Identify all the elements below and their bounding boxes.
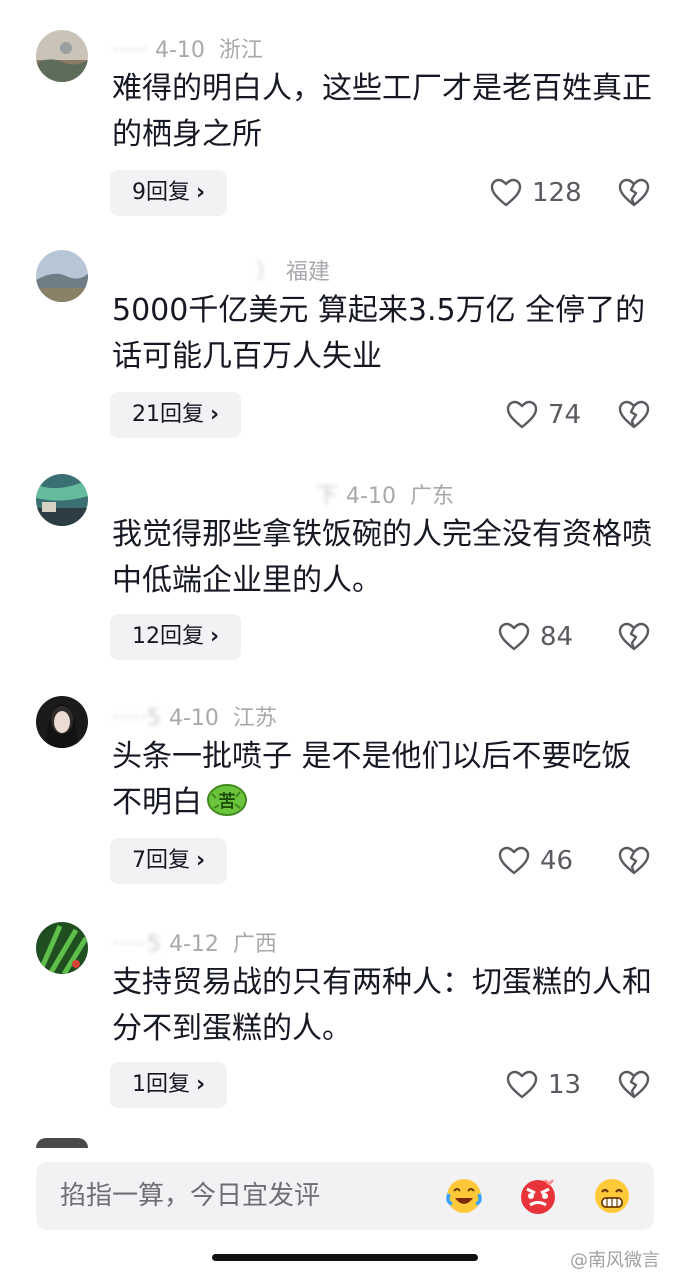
like-count: 74 [548, 400, 582, 430]
heart-icon [498, 846, 530, 875]
comment-text[interactable]: 难得的明白人，这些工厂才是老百姓真正的栖身之所 [112, 66, 652, 158]
chevron-right-icon: › [210, 624, 220, 649]
heart-icon [498, 622, 530, 651]
broken-heart-icon[interactable] [618, 622, 650, 652]
username[interactable]: ·····5 [112, 706, 161, 731]
comment-date: 4-10 [346, 484, 396, 509]
like-count: 128 [532, 178, 582, 208]
broken-heart-icon[interactable] [618, 1070, 650, 1100]
avatar[interactable] [36, 696, 88, 748]
avatar[interactable] [36, 1138, 88, 1148]
comment-input-placeholder[interactable]: 掐指一算，今日宜发评 [60, 1162, 320, 1230]
emoji-label: 苦 [219, 791, 236, 812]
comment-text-content: 头条一批喷子 是不是他们以后不要吃饭 不明白 [112, 739, 632, 820]
comment-meta: 下 4-10 广东 [316, 478, 454, 510]
comment-date: 4-10 [168, 706, 219, 731]
view-replies-button[interactable]: 1回复 › [110, 1062, 228, 1108]
comment-meta: ····· 4-10 浙江 [112, 32, 263, 64]
comment-meta: ·····5 4-10 江苏 [112, 700, 277, 732]
comment-text[interactable]: 支持贸易战的只有两种人：切蛋糕的人和分不到蛋糕的人。 [112, 960, 652, 1052]
reply-count: 7回复 [132, 848, 190, 873]
heart-icon [506, 1070, 538, 1099]
like-button[interactable]: 13 [506, 1065, 581, 1105]
comment-text[interactable]: 我觉得那些拿铁饭碗的人完全没有资格喷中低端企业里的人。 [112, 512, 652, 604]
comment-location: 福建 [286, 260, 331, 285]
broken-heart-icon[interactable] [618, 400, 650, 430]
like-count: 13 [548, 1070, 582, 1100]
comment-location: 江苏 [232, 706, 277, 731]
comment-meta: ·····5 4-12 广西 [112, 926, 277, 958]
comment-input-bar[interactable]: 掐指一算，今日宜发评 [36, 1162, 654, 1230]
comment-location: 广东 [409, 484, 454, 509]
chevron-right-icon: › [196, 848, 206, 873]
reply-count: 9回复 [132, 180, 190, 205]
broken-heart-icon[interactable] [618, 178, 650, 208]
username[interactable]: ·····5 [112, 932, 161, 957]
comment-meta: ） 福建 [256, 254, 330, 286]
like-button[interactable]: 128 [490, 173, 582, 213]
heart-icon [490, 178, 522, 207]
bitter-melon-emoji-icon: 苦 [207, 784, 247, 816]
avatar[interactable] [36, 30, 88, 82]
home-indicator[interactable] [212, 1254, 478, 1261]
broken-heart-icon[interactable] [618, 846, 650, 876]
avatar[interactable] [36, 474, 88, 526]
username[interactable]: 下 [316, 478, 338, 510]
comment-date: 4-10 [154, 38, 205, 63]
like-count: 46 [540, 846, 574, 876]
reply-count: 21回复 [132, 402, 204, 427]
view-replies-button[interactable]: 7回复 › [110, 838, 228, 884]
angry-emoji-icon[interactable] [518, 1176, 558, 1216]
comment-location: 广西 [232, 932, 277, 957]
chevron-right-icon: › [196, 180, 206, 205]
avatar[interactable] [36, 250, 88, 302]
avatar[interactable] [36, 922, 88, 974]
reply-count: 1回复 [132, 1072, 190, 1097]
username[interactable]: ） [256, 254, 278, 286]
like-button[interactable]: 46 [498, 841, 573, 881]
username[interactable]: ····· [112, 38, 147, 63]
like-count: 84 [540, 622, 574, 652]
view-replies-button[interactable]: 21回复 › [110, 392, 242, 438]
like-button[interactable]: 84 [498, 617, 573, 657]
laughing-crying-emoji-icon[interactable] [444, 1176, 484, 1216]
comment-text[interactable]: 头条一批喷子 是不是他们以后不要吃饭 不明白苦 [112, 734, 652, 826]
reply-count: 12回复 [132, 624, 204, 649]
comment-location: 浙江 [218, 38, 263, 63]
like-button[interactable]: 74 [506, 395, 581, 435]
view-replies-button[interactable]: 9回复 › [110, 170, 228, 216]
chevron-right-icon: › [196, 1072, 206, 1097]
grinning-emoji-icon[interactable] [592, 1176, 632, 1216]
heart-icon [506, 400, 538, 429]
view-replies-button[interactable]: 12回复 › [110, 614, 242, 660]
comment-text[interactable]: 5000千亿美元 算起来3.5万亿 全停了的话可能几百万人失业 [112, 288, 652, 380]
comment-date: 4-12 [168, 932, 219, 957]
watermark: @南风微言 [570, 1250, 660, 1271]
chevron-right-icon: › [210, 402, 220, 427]
